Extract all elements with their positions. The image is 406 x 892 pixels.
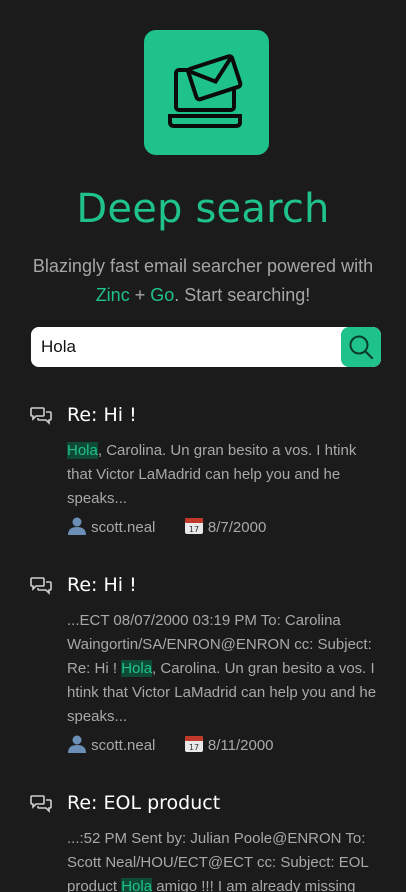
user-icon	[67, 735, 87, 757]
snippet-post: amigo !!! I am already missing	[152, 878, 356, 892]
go-link[interactable]: Go	[150, 285, 174, 305]
search-input[interactable]	[31, 327, 331, 367]
calendar-icon: 17	[184, 734, 204, 757]
app-logo	[144, 30, 269, 155]
svg-text:17: 17	[189, 525, 199, 534]
tagline-end: . Start searching!	[174, 285, 311, 305]
search-icon	[349, 335, 374, 360]
result-snippet: ...ECT 08/07/2000 03:19 PM To: Carolina …	[67, 609, 379, 729]
result-snippet: ...:52 PM Sent by: Julian Poole@ENRON To…	[67, 827, 379, 892]
result-item[interactable]: Re: Hi ! ...ECT 08/07/2000 03:19 PM To: …	[30, 574, 380, 764]
laptop-mail-icon	[168, 54, 243, 128]
result-title[interactable]: Re: Hi !	[67, 404, 137, 426]
chat-bubbles-icon	[30, 577, 52, 595]
result-title[interactable]: Re: Hi !	[67, 574, 137, 596]
search-button[interactable]	[341, 327, 381, 367]
result-date: 8/7/2000	[207, 519, 267, 536]
tagline-text: Blazingly fast email searcher powered wi…	[32, 256, 374, 276]
svg-text:17: 17	[189, 743, 199, 752]
result-item[interactable]: Re: Hi ! Hola, Carolina. Un gran besito …	[30, 404, 380, 544]
result-date: 8/11/2000	[207, 737, 274, 754]
result-title[interactable]: Re: EOL product	[67, 792, 220, 814]
tagline: Blazingly fast email searcher powered wi…	[30, 252, 376, 310]
search-bar	[31, 327, 381, 367]
result-user: scott.neal	[91, 737, 156, 754]
result-snippet: Hola, Carolina. Un gran besito a vos. I …	[67, 439, 379, 511]
result-user: scott.neal	[91, 519, 156, 536]
calendar-icon: 17	[184, 516, 204, 539]
result-item[interactable]: Re: EOL product ...:52 PM Sent by: Julia…	[30, 792, 380, 892]
chat-bubbles-icon	[30, 795, 52, 813]
snippet-highlight: Hola	[121, 660, 153, 677]
result-meta: scott.neal 17 8/11/2000	[67, 734, 274, 757]
snippet-highlight: Hola	[121, 878, 153, 892]
snippet-highlight: Hola	[67, 442, 98, 459]
snippet-post: , Carolina. Un gran besito a vos. I htin…	[67, 442, 357, 507]
tagline-plus: +	[129, 285, 151, 305]
chat-bubbles-icon	[30, 407, 52, 425]
zinc-link[interactable]: Zinc	[96, 285, 130, 305]
user-icon	[67, 517, 87, 539]
result-meta: scott.neal 17 8/7/2000	[67, 516, 266, 539]
page-title: Deep search	[76, 186, 330, 232]
